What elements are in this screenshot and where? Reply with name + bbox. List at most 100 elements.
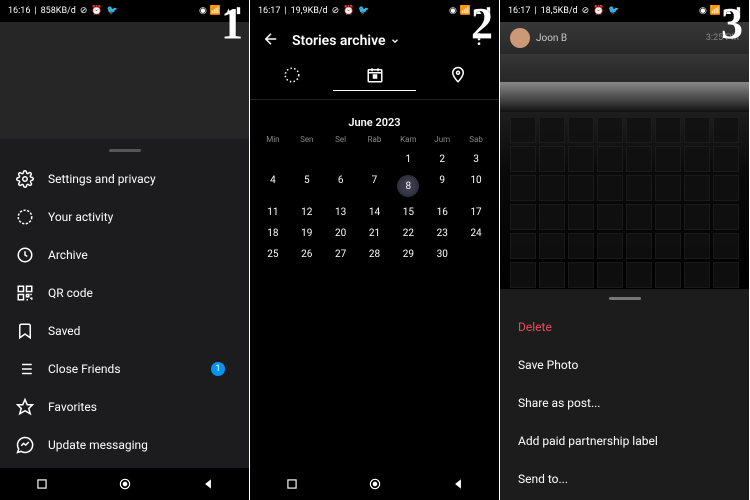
tab-location[interactable] xyxy=(416,66,498,91)
option-share-post[interactable]: Share as post... xyxy=(500,384,749,422)
calendar-day[interactable]: 19 xyxy=(290,228,324,239)
messenger-icon xyxy=(16,436,34,454)
calendar-day[interactable]: 18 xyxy=(256,228,290,239)
status-time: 16:17 xyxy=(258,6,280,16)
story-content[interactable]: Joon B 3:25 PM xyxy=(500,22,749,289)
status-bar: 16:16 | 858KB/d ⊘ ⏰ 🐦 ◉ 📶 ▲ ▮ xyxy=(0,0,249,22)
avatar[interactable] xyxy=(510,28,530,48)
story-options-sheet: Delete Save Photo Share as post... Add p… xyxy=(500,289,749,500)
twitter-icon: 🐦 xyxy=(107,6,118,16)
step-number: 1 xyxy=(221,2,243,46)
menu-activity[interactable]: Your activity xyxy=(0,198,249,236)
menu-settings[interactable]: Settings and privacy xyxy=(0,160,249,198)
back-button[interactable] xyxy=(262,30,280,52)
nav-home[interactable] xyxy=(118,477,132,491)
alarm-off-icon: ⊘ xyxy=(582,6,590,16)
status-time: 16:17 xyxy=(508,6,530,16)
status-bar: 16:17 | 19,9KB/d ⊘ ⏰ 🐦 ◉ 📶 ▲ ▮ xyxy=(250,0,499,22)
calendar-day[interactable]: 16 xyxy=(425,207,459,218)
drag-handle[interactable] xyxy=(109,149,141,152)
status-time: 16:16 xyxy=(8,6,30,16)
menu-label: Archive xyxy=(48,248,88,262)
calendar-day[interactable]: 11 xyxy=(256,207,290,218)
calendar-grid: MinSenSelRabKamJumSab1234567891011121314… xyxy=(250,135,499,260)
chevron-down-icon xyxy=(390,36,400,46)
option-delete[interactable]: Delete xyxy=(500,308,749,346)
twitter-icon: 🐦 xyxy=(608,6,619,16)
menu-label: Your activity xyxy=(48,210,113,224)
archive-dropdown[interactable]: Stories archive xyxy=(292,33,459,49)
nav-recent[interactable] xyxy=(285,477,299,491)
calendar-day[interactable]: 12 xyxy=(290,207,324,218)
signal-icon: 📶 xyxy=(710,6,721,16)
option-save-photo[interactable]: Save Photo xyxy=(500,346,749,384)
wifi-icon: ◉ xyxy=(699,6,707,16)
qr-icon xyxy=(16,284,34,302)
menu-close-friends[interactable]: Close Friends 1 xyxy=(0,350,249,388)
wifi-icon: ◉ xyxy=(449,6,457,16)
photo-laptop xyxy=(500,82,749,112)
clock-icon xyxy=(16,246,34,264)
calendar-day[interactable]: 30 xyxy=(425,249,459,260)
menu-update-messaging[interactable]: Update messaging xyxy=(0,426,249,464)
menu-label: QR code xyxy=(48,286,93,300)
calendar-day[interactable]: 1 xyxy=(391,154,425,165)
menu-label: Close Friends xyxy=(48,362,121,376)
nav-recent[interactable] xyxy=(35,477,49,491)
calendar-day[interactable]: 21 xyxy=(358,228,392,239)
calendar-day[interactable]: 13 xyxy=(324,207,358,218)
calendar-dow: Sen xyxy=(290,135,324,144)
menu-qr[interactable]: QR code xyxy=(0,274,249,312)
option-paid-partnership[interactable]: Add paid partnership label xyxy=(500,422,749,460)
calendar-day[interactable]: 26 xyxy=(290,249,324,260)
calendar-day[interactable]: 14 xyxy=(358,207,392,218)
calendar-day[interactable]: 2 xyxy=(425,154,459,165)
calendar-day[interactable]: 22 xyxy=(391,228,425,239)
twitter-icon: 🐦 xyxy=(358,6,369,16)
calendar-day[interactable]: 23 xyxy=(425,228,459,239)
header: Stories archive xyxy=(250,22,499,60)
calendar-day[interactable]: 17 xyxy=(459,207,493,218)
step-number: 3 xyxy=(721,2,743,46)
menu-favorites[interactable]: Favorites xyxy=(0,388,249,426)
calendar-day[interactable]: 10 xyxy=(459,175,493,197)
screenshot-3: 3 16:17 | 18,5KB/d ⊘ ⏰ 🐦 ◉ 📶 ▲ ▮ Joon B … xyxy=(500,0,749,500)
calendar-day[interactable]: 8 xyxy=(397,175,419,197)
signal-icon: 📶 xyxy=(460,6,471,16)
calendar-day[interactable]: 20 xyxy=(324,228,358,239)
calendar-day[interactable]: 15 xyxy=(391,207,425,218)
menu-label: Settings and privacy xyxy=(48,172,156,186)
calendar-day[interactable]: 27 xyxy=(324,249,358,260)
nav-bar xyxy=(0,468,249,500)
photo-keyboard xyxy=(510,117,739,289)
nav-back[interactable] xyxy=(451,477,465,491)
calendar-dow: Min xyxy=(256,135,290,144)
tab-reels[interactable] xyxy=(250,66,332,91)
menu-saved[interactable]: Saved xyxy=(0,312,249,350)
tab-calendar[interactable] xyxy=(333,66,415,91)
calendar-day[interactable]: 6 xyxy=(324,175,358,197)
calendar-day[interactable]: 5 xyxy=(290,175,324,197)
calendar-day[interactable]: 29 xyxy=(391,249,425,260)
nav-back[interactable] xyxy=(201,477,215,491)
story-username[interactable]: Joon B xyxy=(536,33,567,44)
dimmed-background[interactable] xyxy=(0,22,249,139)
calendar-day[interactable]: 3 xyxy=(459,154,493,165)
nav-home[interactable] xyxy=(368,477,382,491)
signal-icon: 📶 xyxy=(210,6,221,16)
calendar-day[interactable]: 9 xyxy=(425,175,459,197)
calendar-day[interactable]: 4 xyxy=(256,175,290,197)
alarm-off-icon: ⊘ xyxy=(80,6,88,16)
calendar-dow: Jum xyxy=(425,135,459,144)
option-send-to[interactable]: Send to... xyxy=(500,460,749,498)
calendar-day[interactable]: 7 xyxy=(358,175,392,197)
drag-handle[interactable] xyxy=(609,297,641,300)
calendar-day[interactable]: 28 xyxy=(358,249,392,260)
list-icon xyxy=(16,360,34,378)
menu-archive[interactable]: Archive xyxy=(0,236,249,274)
calendar-dow: Rab xyxy=(358,135,392,144)
page-title: Stories archive xyxy=(292,33,386,49)
calendar-day[interactable]: 24 xyxy=(459,228,493,239)
status-net: 19,9KB/d xyxy=(291,6,328,16)
calendar-day[interactable]: 25 xyxy=(256,249,290,260)
